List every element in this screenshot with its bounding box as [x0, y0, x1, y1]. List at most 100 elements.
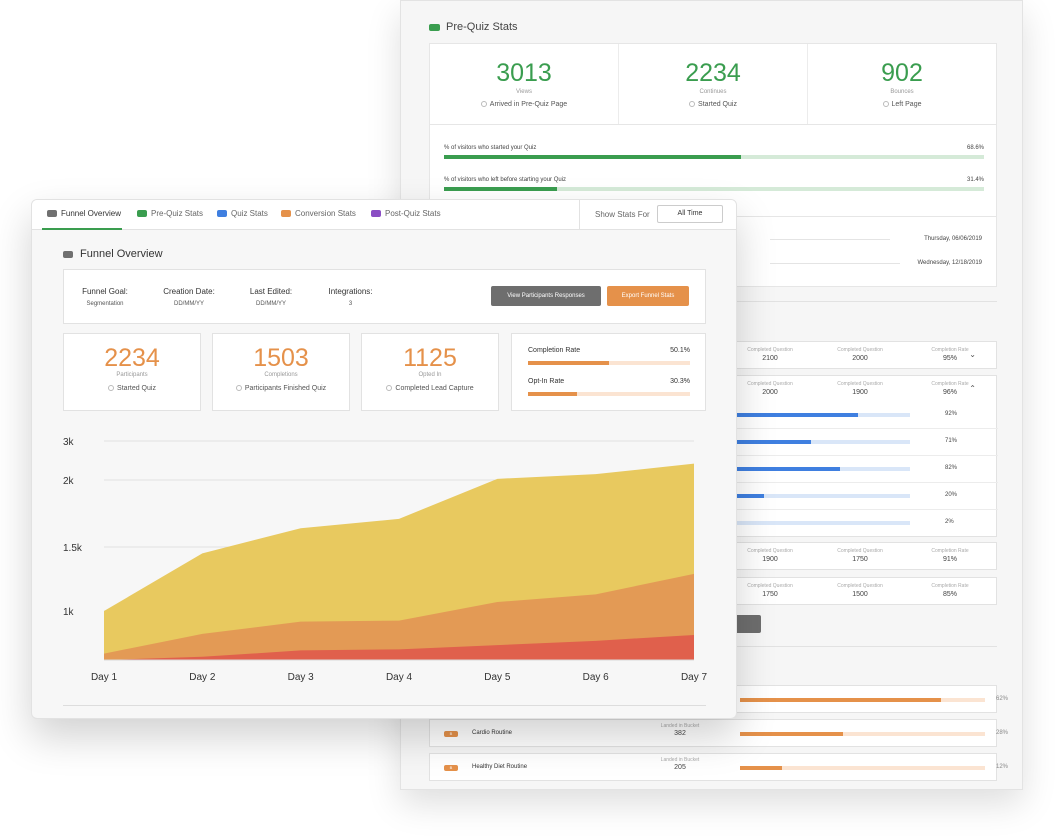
col-value: 85%: [942, 591, 957, 598]
meta-funnel-goal: Funnel Goal: Segmentation: [80, 287, 130, 307]
stat-desc-text: Completed Lead Capture: [395, 385, 474, 392]
stat-desc-text: Started Quiz: [698, 101, 737, 108]
meta-integrations: Integrations: 3: [323, 287, 378, 307]
col-label: Completion Rate: [931, 347, 969, 353]
info-icon[interactable]: [882, 101, 889, 107]
info-icon[interactable]: [386, 385, 393, 391]
prequiz-stat-views: 3013 Views Arrived in Pre-Quiz Page: [430, 44, 619, 124]
progress-track: [740, 698, 985, 702]
question-col: Completed Question 1750: [730, 583, 810, 598]
answer-percent: 2%: [945, 519, 954, 525]
stat-sub: Continues: [699, 89, 727, 95]
stat-desc-text: Arrived in Pre-Quiz Page: [489, 101, 568, 108]
progress-fill: [528, 361, 610, 365]
x-tick-label: Day 4: [386, 672, 413, 683]
progress-fill: [444, 155, 741, 159]
info-icon[interactable]: [689, 101, 696, 107]
meta-label: Last Edited:: [249, 287, 293, 296]
rate-label: Opt-In Rate: [528, 378, 565, 385]
tab-quiz-stats[interactable]: Quiz Stats: [217, 209, 268, 218]
bucket-landed: Landed in Bucket 382: [650, 723, 710, 737]
chevron-up-icon[interactable]: ⌃: [969, 384, 976, 393]
stat-desc-text: Started Quiz: [117, 385, 156, 392]
progress-track: [730, 521, 910, 525]
landed-count: 382: [674, 730, 686, 737]
question-col: Completed Question 1500: [820, 583, 900, 598]
col-value: 1900: [762, 556, 778, 563]
front-panel-funnel-overview: Funnel Overview Pre-Quiz Stats Quiz Stat…: [31, 199, 737, 719]
col-label: Completed Question: [747, 381, 793, 387]
tab-conversion-stats[interactable]: Conversion Stats: [281, 209, 356, 218]
tab-label: Pre-Quiz Stats: [151, 209, 204, 218]
y-tick-label: 1k: [63, 607, 75, 618]
info-icon[interactable]: [480, 101, 487, 107]
col-value: 2000: [852, 355, 868, 362]
funnel-area-chart: 1k 1.5k 2k 3k Day 1 Day 2 Day 3 Day 4 Day 5 Day 6…: [32, 425, 736, 700]
chart-svg: 1k 1.5k 2k 3k Day 1 Day 2 Day 3 Day 4 Day 5 Day 6…: [63, 437, 707, 683]
bucket-badge: B: [444, 765, 458, 771]
meta-value: DD/MM/YY: [174, 301, 204, 307]
y-tick-label: 1.5k: [63, 543, 83, 554]
info-icon[interactable]: [108, 385, 115, 391]
green-badge-icon: [429, 23, 440, 31]
date-end: Wednesday, 12/18/2019: [917, 260, 983, 266]
progress-track: [730, 494, 910, 498]
col-label: Completion Rate: [931, 381, 969, 387]
progress-track: [444, 187, 984, 191]
progress-track: [528, 361, 690, 365]
meta-label: Creation Date:: [163, 287, 215, 296]
meta-label: Funnel Goal:: [82, 287, 128, 296]
answer-percent: 92%: [945, 411, 958, 417]
prequiz-stats-row: 3013 Views Arrived in Pre-Quiz Page 2234…: [429, 43, 997, 125]
bucket-percent: 62%: [996, 696, 1009, 702]
question-col: Completed Question 1900: [730, 548, 810, 563]
progress-track: [730, 467, 910, 471]
col-value: 2100: [762, 355, 778, 362]
bucket-name: Cardio Routine: [472, 730, 513, 736]
view-participants-responses-button[interactable]: View Participants Responses: [491, 286, 601, 306]
col-label: Completed Question: [747, 548, 793, 554]
stat-desc: Left Page: [808, 101, 996, 108]
orange-badge-icon: [281, 210, 291, 217]
tab-label: Quiz Stats: [231, 209, 268, 218]
col-value: 1750: [762, 591, 778, 598]
green-badge-icon: [137, 210, 147, 217]
rate-percent: 30.3%: [670, 378, 690, 385]
bar-label: % of visitors who started your Quiz: [444, 145, 537, 151]
grey-badge-icon: [47, 210, 57, 217]
progress-fill: [730, 440, 811, 444]
info-icon[interactable]: [235, 385, 242, 391]
chevron-down-icon[interactable]: ⌄: [969, 350, 976, 359]
tab-postquiz-stats[interactable]: Post-Quiz Stats: [371, 209, 441, 218]
question-col: Completed Question 2100: [730, 347, 810, 362]
x-tick-label: Day 5: [484, 672, 511, 683]
prequiz-bar-started: % of visitors who started your Quiz 68.6…: [444, 145, 984, 159]
tab-label: Funnel Overview: [61, 209, 122, 218]
landed-count: 205: [674, 764, 686, 771]
bucket-row: B Healthy Diet Routine Landed in Bucket 2…: [429, 753, 1008, 781]
answer-percent: 20%: [945, 492, 958, 498]
question-col: Completion Rate 96%: [910, 381, 990, 396]
stat-value: 902: [881, 59, 923, 87]
time-range-select[interactable]: All Time: [657, 205, 723, 223]
export-funnel-stats-button[interactable]: Export Funnel Stats: [607, 286, 689, 306]
date-start: Thursday, 06/06/2019: [924, 236, 982, 242]
stat-desc: Completed Lead Capture: [362, 385, 498, 392]
stat-desc-text: Left Page: [891, 101, 922, 108]
blue-badge-icon: [217, 210, 227, 217]
stat-desc-text: Participants Finished Quiz: [244, 385, 327, 392]
tab-prequiz-stats[interactable]: Pre-Quiz Stats: [137, 209, 203, 218]
stat-sub: Completions: [264, 372, 298, 378]
col-label: Completion Rate: [931, 548, 969, 554]
stat-card-completions: 1503 Completions Participants Finished Q…: [212, 333, 350, 411]
col-label: Completed Question: [837, 583, 883, 589]
tab-funnel-overview[interactable]: Funnel Overview: [47, 209, 121, 218]
show-stats-for: Show Stats For All Time: [579, 200, 736, 230]
bucket-badge: B: [444, 731, 458, 737]
page-title-text: Funnel Overview: [80, 248, 163, 260]
progress-track: [740, 766, 985, 770]
stat-desc: Started Quiz: [619, 101, 807, 108]
col-value: 95%: [942, 355, 957, 362]
meta-value: 3: [348, 301, 353, 307]
purple-badge-icon: [371, 210, 381, 217]
